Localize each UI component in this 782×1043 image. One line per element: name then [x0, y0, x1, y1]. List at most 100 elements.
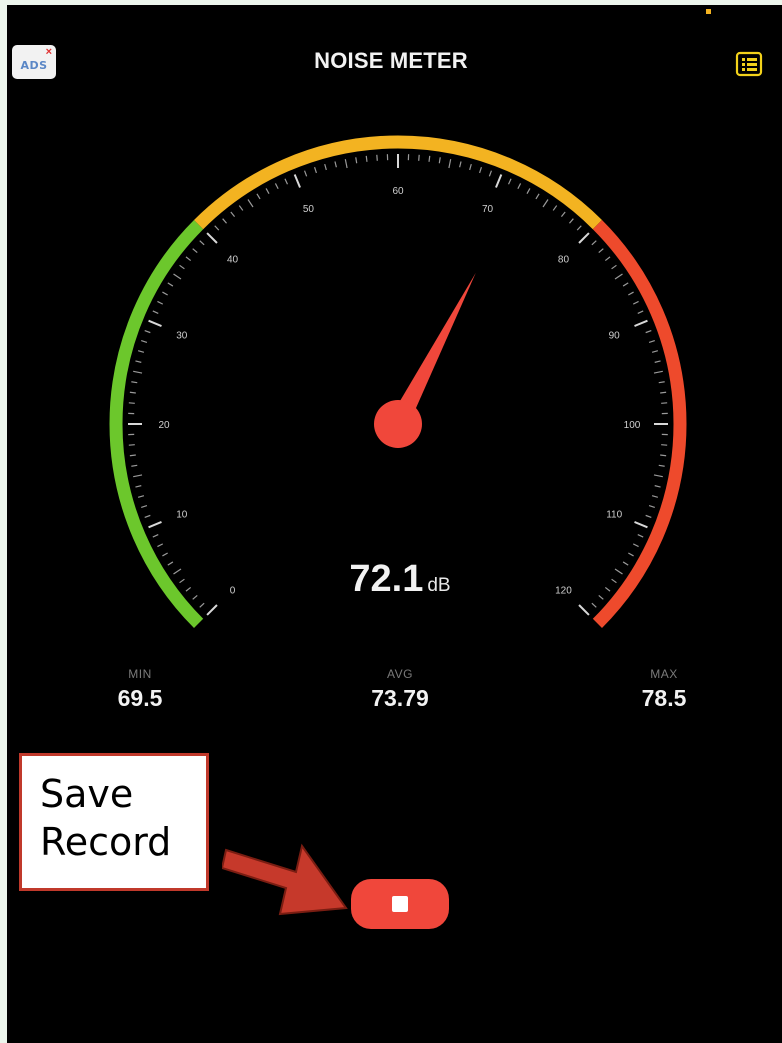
- gauge-tick: [173, 568, 182, 575]
- gauge-tick: [578, 232, 590, 244]
- gauge-tick: [167, 561, 174, 566]
- callout-line-2: Record: [40, 820, 172, 864]
- gauge-tick: [148, 521, 162, 529]
- gauge-tick: [632, 300, 639, 305]
- gauge-tick: [313, 167, 317, 174]
- stat-avg: AVG 73.79: [340, 667, 460, 712]
- gauge-tick: [459, 161, 462, 168]
- gauge-tick: [141, 505, 148, 509]
- gauge-tick: [628, 291, 634, 296]
- current-reading: 72.1 dB: [300, 558, 500, 601]
- gauge-tick: [622, 282, 629, 287]
- gauge-tick: [648, 339, 655, 343]
- stat-max-label: MAX: [650, 667, 678, 681]
- gauge-tick: [428, 155, 431, 162]
- gauge-tick: [265, 188, 270, 194]
- gauge-tick: [495, 174, 503, 188]
- gauge-tick: [238, 205, 244, 211]
- gauge-tick: [157, 543, 164, 548]
- gauge-needle-hub: [374, 400, 422, 448]
- gauge-tick: [598, 594, 604, 600]
- gauge-tick: [469, 163, 472, 171]
- gauge-tick: [438, 157, 441, 164]
- gauge-tick: [192, 594, 198, 600]
- gauge-tick: [637, 533, 644, 538]
- gauge-tick: [634, 319, 648, 327]
- gauge-tick: [206, 232, 218, 244]
- stat-min-label: MIN: [128, 667, 152, 681]
- gauge-tick: [199, 602, 205, 608]
- gauge-tick: [179, 578, 185, 584]
- gauge-tick: [230, 211, 236, 218]
- stat-avg-label: AVG: [387, 667, 413, 681]
- gauge-tick: [653, 474, 663, 478]
- gauge-tick: [144, 329, 151, 334]
- gauge-tick: [634, 521, 648, 529]
- noise-meter-screen: ADS × NOISE METER 0 10 20 30 40 50 60 70 80 90 100…: [0, 0, 782, 1043]
- gauge-tick: [129, 454, 136, 457]
- gauge-tick: [654, 360, 661, 363]
- stop-icon: [392, 896, 408, 912]
- callout-line-1: Save: [40, 772, 134, 816]
- stat-max: MAX 78.5: [604, 667, 724, 712]
- gauge-tick-label: 110: [606, 510, 622, 521]
- gauge-tick: [614, 568, 623, 575]
- gauge-tick: [507, 178, 512, 185]
- gauge-tick: [578, 604, 590, 616]
- gauge-tick: [628, 552, 634, 557]
- gauge-tick: [648, 505, 655, 509]
- gauge-tick: [137, 350, 145, 353]
- reading-unit: dB: [427, 575, 451, 596]
- gauge-tick: [488, 170, 493, 177]
- gauge-tick: [365, 155, 368, 162]
- gauge-tick: [135, 360, 142, 363]
- gauge-tick: [133, 370, 143, 374]
- gauge-tick: [133, 474, 143, 478]
- gauge-tick: [284, 178, 289, 185]
- gauge-tick: [604, 586, 611, 592]
- gauge-tick-label: 20: [158, 420, 170, 431]
- gauge-tick: [560, 211, 566, 218]
- save-record-callout: Save Record: [19, 753, 209, 891]
- stop-record-button[interactable]: [351, 879, 449, 929]
- gauge-tick: [526, 188, 531, 194]
- gauge-tick-label: 40: [227, 255, 239, 266]
- gauge-color-arcs: [109, 135, 687, 628]
- gauge-tick: [334, 161, 337, 168]
- gauge-tick: [542, 199, 549, 208]
- gauge-tick-label: 120: [555, 585, 572, 596]
- gauge-tick: [185, 256, 192, 262]
- gauge-tick: [324, 163, 327, 171]
- gauge-tick: [274, 183, 279, 190]
- gauge-tick: [355, 157, 358, 164]
- sound-level-gauge: 0 10 20 30 40 50 60 70 80 90 100 110 120: [109, 135, 687, 628]
- gauge-tick: [199, 240, 205, 246]
- gauge-tick: [214, 225, 220, 231]
- gauge-tick: [651, 495, 659, 498]
- gauge-tick: [152, 533, 159, 538]
- gauge-tick: [622, 561, 629, 566]
- gauge-tick: [645, 514, 652, 519]
- gauge-tick: [611, 578, 617, 584]
- gauge-tick: [653, 370, 663, 374]
- gauge-tick: [604, 256, 611, 262]
- gauge-tick: [614, 273, 623, 280]
- gauge-tick: [167, 282, 174, 287]
- gauge-tick: [611, 264, 617, 270]
- gauge-tick-label: 90: [609, 330, 621, 341]
- gauge-needle: [374, 272, 476, 448]
- gauge-tick: [448, 159, 452, 169]
- gauge-tick: [141, 339, 148, 343]
- gauge-tick: [658, 464, 665, 467]
- stat-max-value: 78.5: [641, 685, 687, 711]
- gauge-tick: [552, 205, 558, 211]
- gauge-tick: [645, 329, 652, 334]
- gauge-tick: [591, 240, 597, 246]
- gauge-tick: [247, 199, 254, 208]
- stat-avg-value: 73.79: [371, 685, 429, 711]
- gauge-tick-label: 10: [176, 510, 188, 521]
- gauge-tick: [157, 300, 164, 305]
- gauge-tick: [185, 586, 192, 592]
- gauge-tick: [173, 273, 182, 280]
- gauge-tick: [660, 391, 667, 394]
